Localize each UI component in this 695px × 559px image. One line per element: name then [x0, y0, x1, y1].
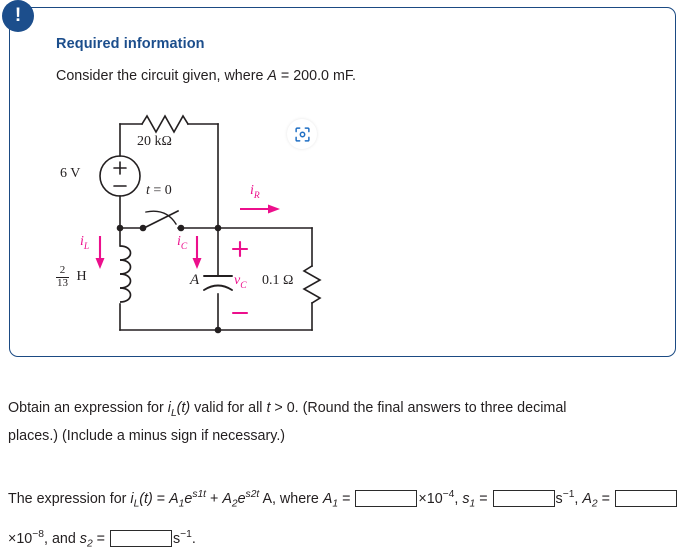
expr-s-unit-1: s [555, 490, 563, 507]
expr-pow8-mul: ×10 [8, 530, 33, 547]
expression-block: The expression for iL(t) = A1es1t + A2es… [8, 480, 694, 559]
current-inductor-label: iL [80, 234, 89, 252]
answer-input-s2[interactable] [109, 530, 172, 548]
expr-s1t: s1t [192, 489, 207, 500]
expr-A1-label: A [322, 490, 333, 507]
page-title: Required information [56, 36, 205, 52]
expr-s2t: s2t [245, 489, 260, 500]
current-capacitor-label: iC [177, 234, 187, 252]
intro-prefix: Consider the circuit given, where [56, 68, 268, 84]
question-of-t: (t) [176, 400, 191, 416]
v-c-subscript: C [240, 280, 247, 291]
expr-A2: A [222, 490, 232, 507]
inductor-numerator: 2 [56, 264, 69, 278]
expr-s1-label: s [462, 490, 470, 507]
circuit-svg [95, 114, 322, 334]
expression-lead: The expression for [8, 490, 131, 507]
expr-A1: A [169, 490, 179, 507]
exclamation-glyph: ! [14, 4, 22, 26]
answer-input-A2[interactable] [614, 490, 677, 508]
expr-of-t: (t) [139, 490, 153, 507]
expr-s-unit-2-exp: −1 [180, 528, 192, 540]
question-line-2: places.) (Include a minus sign if necess… [8, 427, 286, 444]
current-resistor-label: iR [250, 183, 260, 201]
inductor-denominator: 13 [57, 276, 68, 289]
i-c-subscript: C [180, 241, 188, 252]
exclamation-icon: ! [2, 0, 34, 32]
question-mid: valid for all [190, 400, 267, 416]
expr-equals-5: = [92, 530, 109, 547]
expr-pow8-exp: −8 [32, 528, 44, 540]
switch-label: t = 0 [146, 183, 172, 199]
expr-pow4-exp: −4 [442, 489, 455, 500]
expr-A2-label: A [582, 490, 592, 507]
circuit-diagram: 6 V 20 kΩ t = 0 2 13 H iL iC iR A vC 0.1… [54, 108, 364, 353]
expr-plus: + [206, 490, 223, 507]
expr-s-unit-1-exp: −1 [562, 489, 575, 500]
expr-s2-label: s [79, 530, 87, 547]
inductor-fraction: 2 13 [56, 264, 69, 289]
expr-units-where: A, where [259, 490, 323, 507]
switch-label-rest: = 0 [149, 183, 172, 198]
expr-and: , and [44, 530, 80, 547]
capacitor-voltage-label: vC [234, 273, 247, 291]
answer-input-s1[interactable] [492, 490, 555, 508]
intro-variable: A [267, 68, 277, 84]
intro-suffix: = 200.0 mF. [276, 68, 356, 84]
resistor-right-label: 0.1 Ω [262, 273, 294, 288]
expr-pow4-mul: ×10 [418, 490, 443, 507]
expr-equals-1: = [152, 490, 170, 507]
expr-equals-3: = [475, 490, 492, 507]
capacitor-value-label: A [190, 272, 200, 288]
intro-text: Consider the circuit given, where A = 20… [56, 68, 356, 84]
question-tail: > 0. (Round the final answers to three d… [270, 400, 567, 416]
answer-input-A1[interactable] [355, 490, 418, 508]
inductor-value-label: 2 13 H [56, 264, 87, 289]
question-lead: Obtain an expression for [8, 400, 168, 416]
expr-equals-2: = [338, 490, 355, 507]
expr-equals-4: = [597, 490, 614, 507]
i-r-subscript: R [253, 190, 260, 201]
scan-zoom-icon [294, 126, 310, 142]
question-text: Obtain an expression for iL(t) valid for… [8, 397, 688, 447]
i-l-subscript: L [83, 241, 90, 252]
source-label: 6 V [60, 166, 81, 181]
expr-period: . [191, 530, 196, 547]
resistor-top-label: 20 kΩ [137, 134, 172, 149]
question-line-1: Obtain an expression for iL(t) valid for… [8, 397, 688, 425]
expr-e2: e [237, 490, 246, 507]
scan-zoom-button[interactable] [287, 119, 317, 149]
required-information-panel: Required information Consider the circui… [9, 7, 676, 357]
inductor-unit: H [76, 269, 87, 285]
